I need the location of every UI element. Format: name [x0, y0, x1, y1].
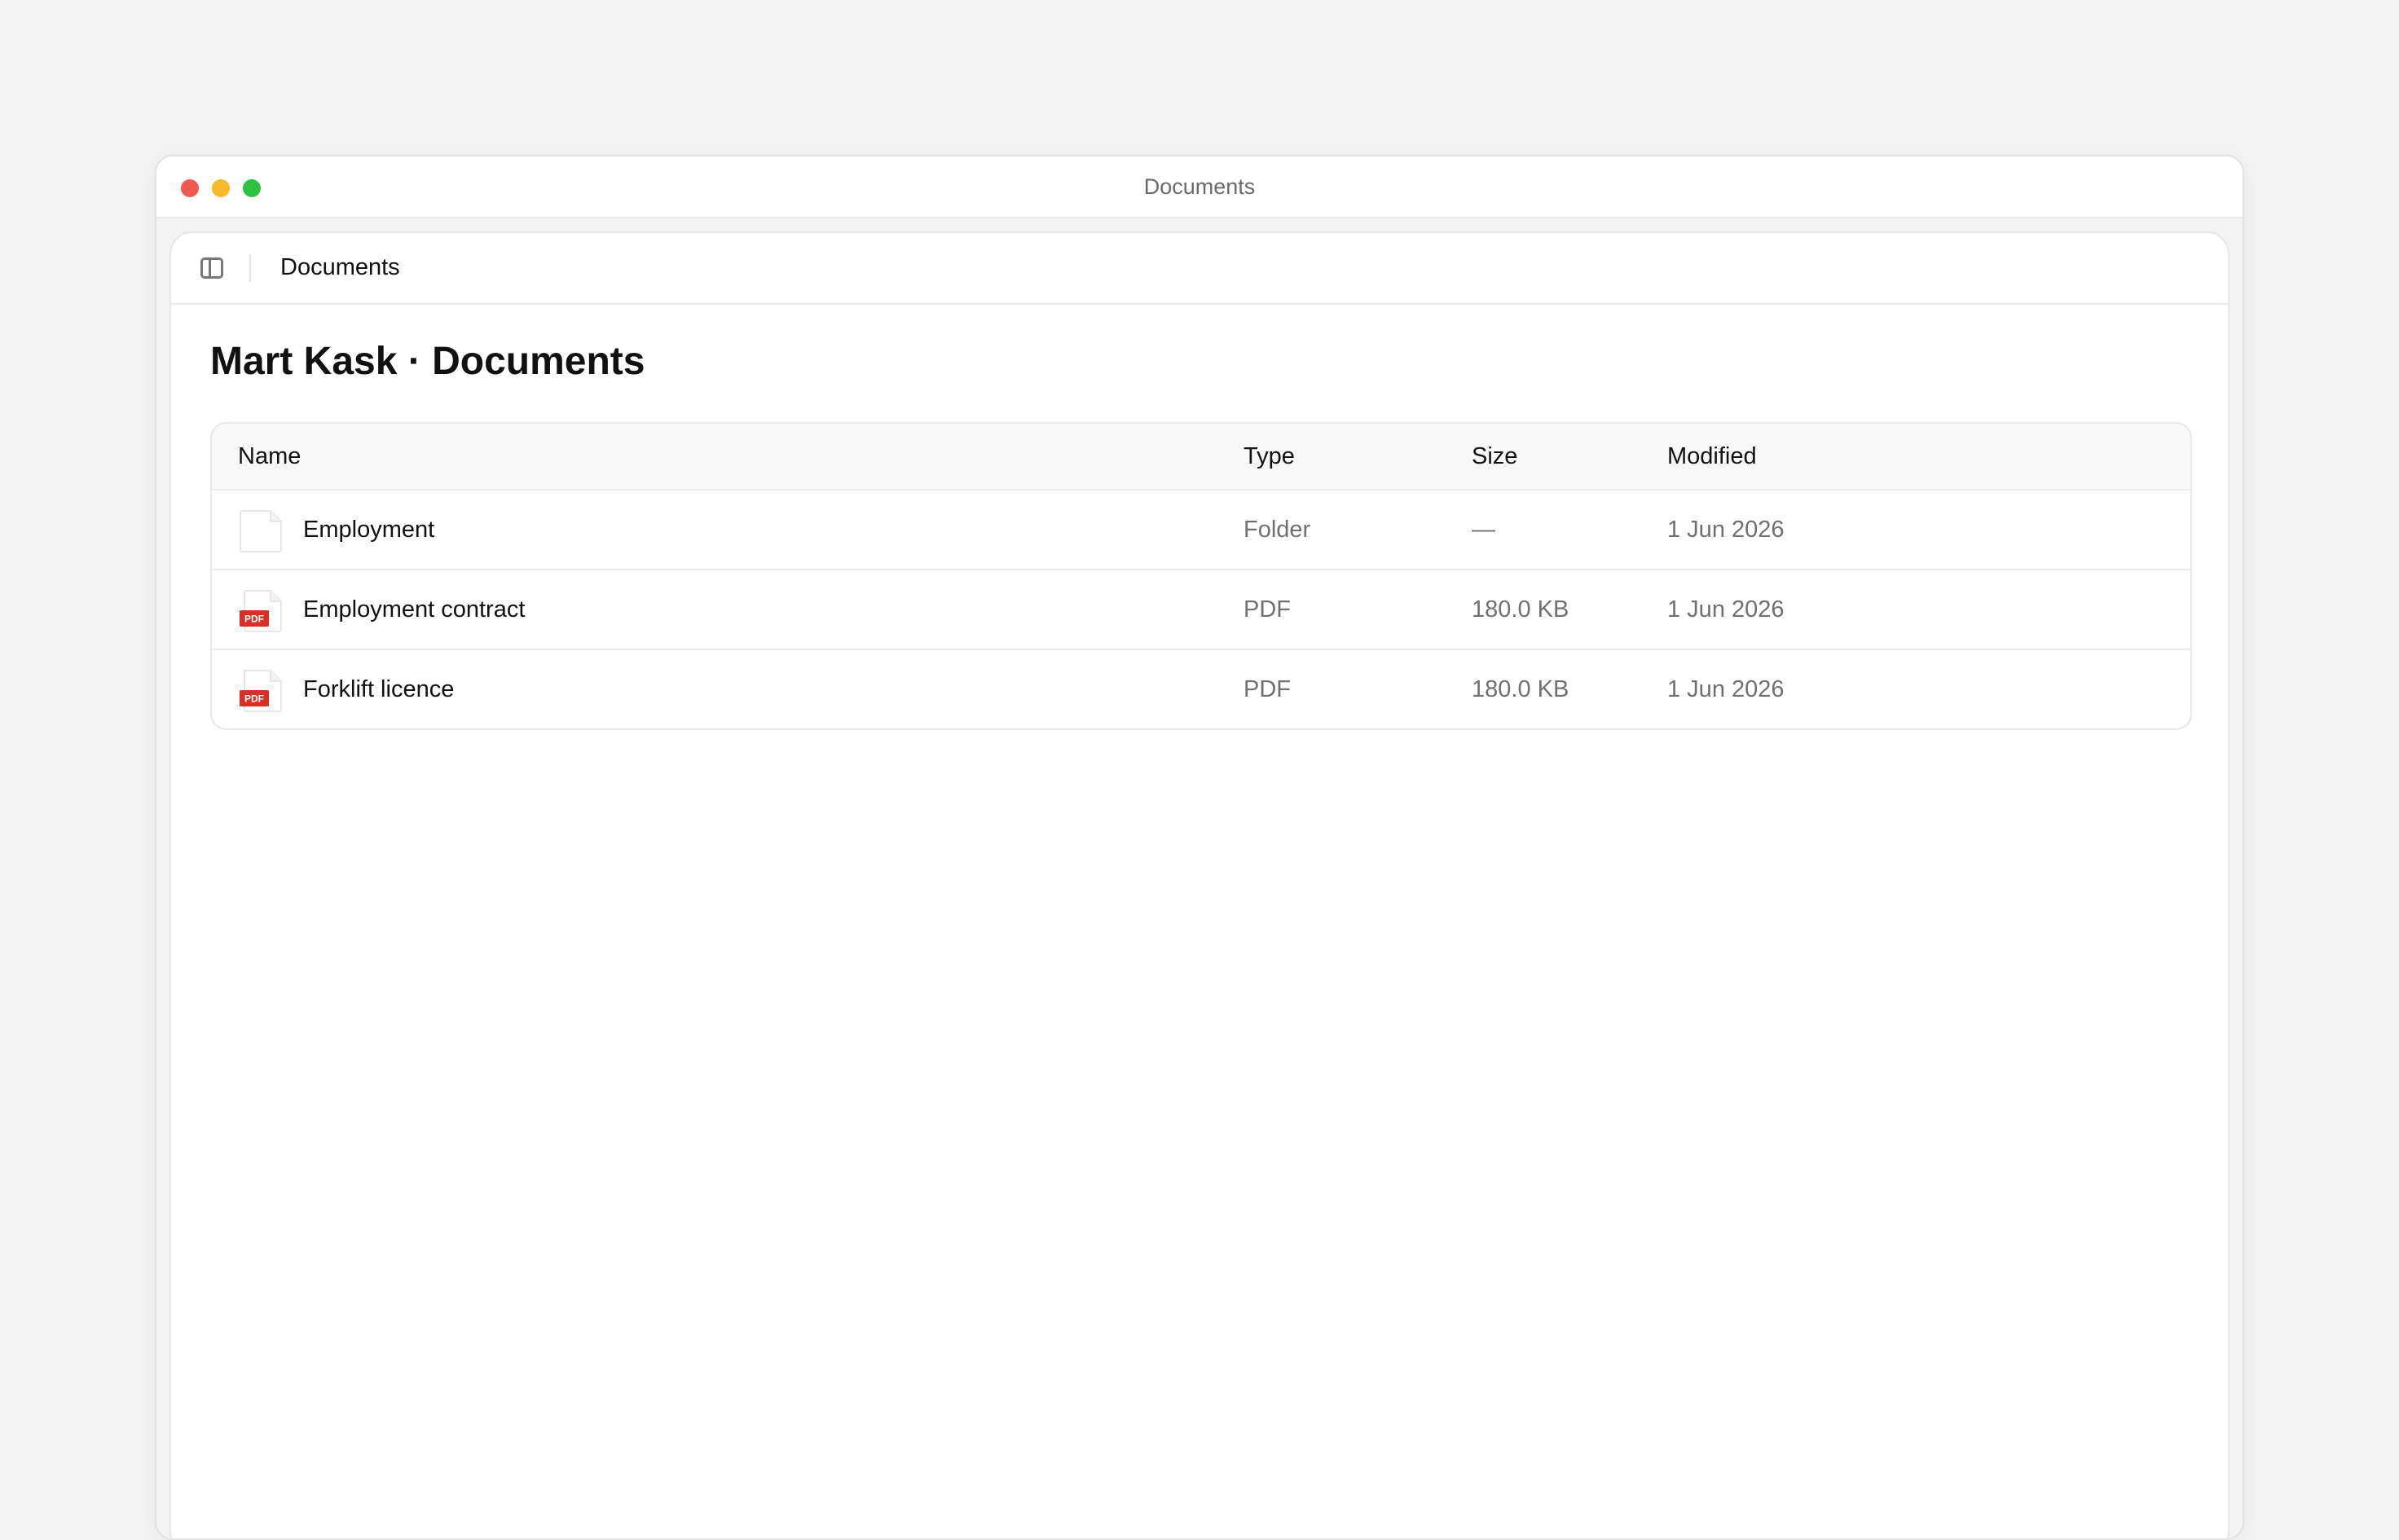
table-header: Name Type Size Modified	[212, 424, 2190, 489]
column-header-size[interactable]: Size	[1472, 424, 1517, 489]
file-name[interactable]: Employment	[303, 491, 434, 569]
table-row[interactable]: PDF Employment contract PDF 180.0 KB 1 J…	[212, 569, 2190, 649]
main-panel: Documents Mart Kask · Documents Name Typ…	[169, 231, 2230, 1538]
pdf-icon: PDF	[240, 670, 282, 712]
file-size: 180.0 KB	[1472, 596, 1569, 623]
file-type: PDF	[1244, 596, 1291, 623]
breadcrumb[interactable]: Documents	[280, 254, 400, 281]
file-type: PDF	[1244, 676, 1291, 702]
sidebar-toggle-icon[interactable]	[200, 257, 223, 279]
window-title: Documents	[1143, 174, 1256, 199]
table-row[interactable]: PDF Forklift licence PDF 180.0 KB 1 Jun …	[212, 649, 2190, 728]
pdf-icon: PDF	[240, 590, 282, 632]
file-size: 180.0 KB	[1472, 676, 1569, 702]
toolbar: Documents	[171, 233, 2228, 305]
table-row[interactable]: Employment Folder — 1 Jun 2026	[212, 489, 2190, 569]
file-size: —	[1472, 517, 1495, 543]
toolbar-divider	[249, 254, 251, 282]
page-title: Mart Kask · Documents	[210, 340, 645, 383]
file-modified: 1 Jun 2026	[1667, 676, 1785, 702]
file-modified: 1 Jun 2026	[1667, 517, 1785, 543]
column-header-name[interactable]: Name	[238, 424, 301, 489]
titlebar: Documents	[156, 156, 2243, 218]
file-name[interactable]: Employment contract	[303, 570, 525, 649]
documents-table: Name Type Size Modified Employment Folde…	[210, 422, 2192, 730]
app-window: Documents Documents Mart Kask · Document…	[155, 155, 2244, 1540]
column-header-modified[interactable]: Modified	[1667, 424, 1757, 489]
file-modified: 1 Jun 2026	[1667, 596, 1785, 623]
file-type: Folder	[1244, 517, 1311, 543]
file-name[interactable]: Forklift licence	[303, 650, 454, 728]
pdf-badge-label: PDF	[244, 693, 264, 705]
pdf-badge-label: PDF	[244, 614, 264, 625]
column-header-type[interactable]: Type	[1244, 424, 1295, 489]
folder-icon	[240, 510, 282, 552]
